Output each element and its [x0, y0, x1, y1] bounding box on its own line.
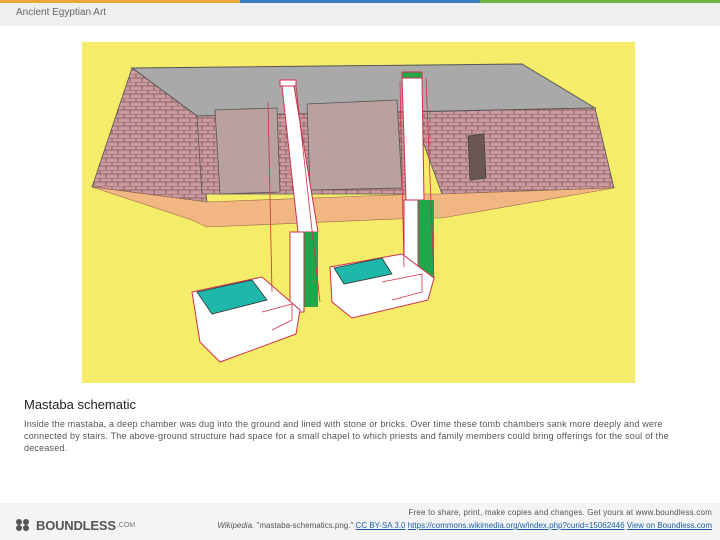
- logo-suffix: .COM: [116, 521, 136, 529]
- license-link[interactable]: CC BY-SA 3.0: [356, 521, 406, 530]
- logo-text: BOUNDLESS: [36, 517, 116, 533]
- right-brick-face: [411, 107, 615, 195]
- left-shaft-lower: [289, 231, 305, 313]
- left-shaft-top: [279, 79, 297, 87]
- chamber-middle: [306, 99, 403, 191]
- credit-title: "mastaba-schematics.png.": [254, 521, 356, 530]
- caption-body: Inside the mastaba, a deep chamber was d…: [24, 419, 669, 453]
- page-title: Ancient Egyptian Art: [16, 7, 107, 18]
- share-notice: Free to share, print, make copies and ch…: [408, 508, 712, 517]
- right-shaft: [401, 77, 425, 201]
- attribution: Wikipedia. "mastaba-schematics.png." CC …: [217, 521, 712, 530]
- boundless-logo[interactable]: BOUNDLESS .COM: [14, 517, 135, 533]
- left-shaft-green: [304, 232, 318, 307]
- chamber-left: [214, 107, 281, 195]
- source-url-link[interactable]: https://commons.wikimedia.org/w/index.ph…: [408, 521, 625, 530]
- credit-source: Wikipedia.: [217, 521, 255, 530]
- view-on-boundless-link[interactable]: View on Boundless.com: [627, 521, 712, 530]
- caption-title: Mastaba schematic: [24, 397, 136, 412]
- boundless-logo-icon: [16, 519, 29, 531]
- chapel-doorway: [467, 133, 487, 181]
- footer: BOUNDLESS .COM Free to share, print, make…: [0, 503, 720, 540]
- mastaba-figure: [82, 42, 635, 383]
- mastaba-cross-section-illustration: [82, 42, 635, 383]
- header-bar: Ancient Egyptian Art: [0, 3, 720, 26]
- right-shaft-top: [401, 71, 423, 79]
